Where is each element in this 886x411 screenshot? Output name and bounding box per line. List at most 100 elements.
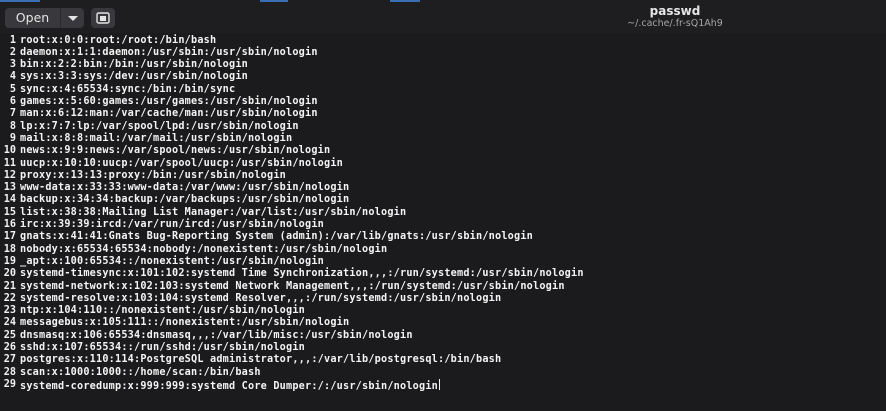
- open-button[interactable]: Open: [5, 8, 61, 28]
- editor-line[interactable]: 20 systemd-timesync:x:101:102:systemd Tim…: [0, 268, 886, 280]
- editor-line[interactable]: 4 sys:x:3:3:sys:/dev:/usr/sbin/nologin: [0, 71, 886, 83]
- document-title: passwd: [649, 4, 701, 18]
- line-text[interactable]: daemon:x:1:1:daemon:/usr/sbin:/usr/sbin/…: [20, 47, 318, 59]
- editor-line[interactable]: 12 proxy:x:13:13:proxy:/bin:/usr/sbin/nol…: [0, 170, 886, 182]
- line-text[interactable]: sync:x:4:65534:sync:/bin:/bin/sync: [20, 84, 235, 96]
- editor-line[interactable]: 19 _apt:x:100:65534::/nonexistent:/usr/sb…: [0, 256, 886, 268]
- top-edge-strip: [0, 0, 40, 2]
- editor-line[interactable]: 9 mail:x:8:8:mail:/var/mail:/usr/sbin/nol…: [0, 133, 886, 145]
- open-menu-button[interactable]: [61, 8, 84, 28]
- line-number: 2: [9, 46, 16, 58]
- top-edge-strip: [390, 0, 420, 2]
- editor-line[interactable]: 14 backup:x:34:34:backup:/var/backups:/us…: [0, 194, 886, 206]
- line-text[interactable]: systemd-coredump:x:999:999:systemd Core …: [20, 378, 441, 393]
- text-editor[interactable]: 1 root:x:0:0:root:/root:/bin/bash 2 daemon:…: [0, 33, 886, 411]
- line-text[interactable]: _apt:x:100:65534::/nonexistent:/usr/sbin…: [20, 256, 324, 268]
- line-text[interactable]: bin:x:2:2:bin:/bin:/usr/sbin/nologin: [20, 59, 248, 71]
- editor-line[interactable]: 10 news:x:9:9:news:/var/spool/news:/usr/s…: [0, 145, 886, 157]
- new-window-button[interactable]: [91, 8, 115, 28]
- line-text[interactable]: postgres:x:110:114:PostgreSQL administra…: [20, 354, 501, 366]
- line-text[interactable]: mail:x:8:8:mail:/var/mail:/usr/sbin/nolo…: [20, 133, 292, 145]
- line-text[interactable]: www-data:x:33:33:www-data:/var/www:/usr/…: [20, 182, 349, 194]
- editor-line[interactable]: 24 messagebus:x:105:111::/nonexistent:/us…: [0, 317, 886, 329]
- editor-line[interactable]: 18 nobody:x:65534:65534:nobody:/nonexiste…: [0, 244, 886, 256]
- open-split-button[interactable]: Open: [5, 8, 84, 28]
- line-text[interactable]: sys:x:3:3:sys:/dev:/usr/sbin/nologin: [20, 71, 248, 83]
- line-number: 9: [9, 132, 16, 144]
- line-text[interactable]: games:x:5:60:games:/usr/games:/usr/sbin/…: [20, 96, 318, 108]
- line-text[interactable]: root:x:0:0:root:/root:/bin/bash: [20, 35, 216, 47]
- editor-line[interactable]: 25 dnsmasq:x:106:65534:dnsmasq,,,:/var/li…: [0, 330, 886, 342]
- chevron-down-icon: [67, 15, 78, 21]
- header-bar: Open passwd ~/.cache/.fr-sQ1Ah9: [0, 0, 886, 33]
- line-number: 18: [3, 243, 16, 255]
- line-text[interactable]: dnsmasq:x:106:65534:dnsmasq,,,:/var/lib/…: [20, 330, 413, 342]
- line-number: 17: [3, 231, 16, 243]
- editor-line[interactable]: 5 sync:x:4:65534:sync:/bin:/bin/sync: [0, 84, 886, 96]
- editor-line[interactable]: 1 root:x:0:0:root:/root:/bin/bash: [0, 35, 886, 47]
- editor-line[interactable]: 27 postgres:x:110:114:PostgreSQL administ…: [0, 354, 886, 366]
- line-number: 23: [3, 305, 16, 317]
- line-text[interactable]: nobody:x:65534:65534:nobody:/nonexistent…: [20, 244, 387, 256]
- editor-line[interactable]: 17 gnats:x:41:41:Gnats Bug-Reporting Syst…: [0, 231, 886, 243]
- line-number: 7: [9, 108, 16, 120]
- line-text[interactable]: ntp:x:104:110::/nonexistent:/usr/sbin/no…: [20, 305, 305, 317]
- editor-line[interactable]: 28 scan:x:1000:1000::/home/scan:/bin/bash: [0, 367, 886, 379]
- line-text[interactable]: proxy:x:13:13:proxy:/bin:/usr/sbin/nolog…: [20, 170, 286, 182]
- editor-line[interactable]: 3 bin:x:2:2:bin:/bin:/usr/sbin/nologin: [0, 59, 886, 71]
- line-text[interactable]: sshd:x:107:65534::/run/sshd:/usr/sbin/no…: [20, 342, 305, 354]
- line-number: 11: [3, 157, 16, 169]
- editor-line[interactable]: 29 systemd-coredump:x:999:999:systemd Cor…: [0, 378, 886, 393]
- editor-line[interactable]: 16 irc:x:39:39:ircd:/var/run/ircd:/usr/sb…: [0, 219, 886, 231]
- line-number: 5: [9, 83, 16, 95]
- line-text[interactable]: gnats:x:41:41:Gnats Bug-Reporting System…: [20, 231, 533, 243]
- line-number: 26: [3, 342, 16, 353]
- line-text[interactable]: irc:x:39:39:ircd:/var/run/ircd:/usr/sbin…: [20, 219, 324, 231]
- line-text[interactable]: backup:x:34:34:backup:/var/backups:/usr/…: [20, 194, 349, 206]
- line-number: 10: [3, 145, 16, 157]
- line-text[interactable]: uucp:x:10:10:uucp:/var/spool/uucp:/usr/s…: [20, 158, 343, 170]
- line-text[interactable]: messagebus:x:105:111::/nonexistent:/usr/…: [20, 317, 349, 329]
- line-number: 29: [3, 378, 16, 390]
- line-text[interactable]: systemd-network:x:102:103:systemd Networ…: [20, 281, 565, 293]
- line-text[interactable]: scan:x:1000:1000::/home/scan:/bin/bash: [20, 367, 261, 379]
- editor-line[interactable]: 13 www-data:x:33:33:www-data:/var/www:/us…: [0, 182, 886, 194]
- editor-line[interactable]: 15 list:x:38:38:Mailing List Manager:/var…: [0, 207, 886, 219]
- line-text[interactable]: lp:x:7:7:lp:/var/spool/lpd:/usr/sbin/nol…: [20, 121, 299, 133]
- line-number: 21: [3, 280, 16, 292]
- line-number: 27: [3, 354, 16, 366]
- editor-line[interactable]: 22 systemd-resolve:x:103:104:systemd Reso…: [0, 293, 886, 305]
- line-number: 3: [9, 59, 16, 71]
- editor-line[interactable]: 23 ntp:x:104:110::/nonexistent:/usr/sbin/…: [0, 305, 886, 317]
- line-number: 22: [3, 292, 16, 304]
- line-number: 13: [3, 182, 16, 194]
- editor-line[interactable]: 2 daemon:x:1:1:daemon:/usr/sbin:/usr/sbin…: [0, 47, 886, 59]
- line-number: 28: [3, 366, 16, 378]
- line-number: 24: [3, 317, 16, 329]
- line-number: 15: [3, 206, 16, 218]
- line-text[interactable]: news:x:9:9:news:/var/spool/news:/usr/sbi…: [20, 145, 330, 157]
- line-text[interactable]: systemd-resolve:x:103:104:systemd Resolv…: [20, 293, 501, 305]
- line-number: 8: [9, 120, 16, 132]
- line-number: 12: [3, 169, 16, 181]
- line-text[interactable]: list:x:38:38:Mailing List Manager:/var/l…: [20, 207, 406, 219]
- editor-line[interactable]: 21 systemd-network:x:102:103:systemd Netw…: [0, 281, 886, 293]
- text-cursor: [439, 378, 441, 390]
- editor-line[interactable]: 11 uucp:x:10:10:uucp:/var/spool/uucp:/usr…: [0, 158, 886, 170]
- line-text[interactable]: systemd-timesync:x:101:102:systemd Time …: [20, 268, 584, 280]
- line-number: 14: [3, 194, 16, 206]
- line-number: 4: [9, 71, 16, 83]
- line-number: 1: [9, 34, 16, 46]
- editor-line[interactable]: 6 games:x:5:60:games:/usr/games:/usr/sbin…: [0, 96, 886, 108]
- line-number: 16: [3, 219, 16, 230]
- editor-line[interactable]: 8 lp:x:7:7:lp:/var/spool/lpd:/usr/sbin/no…: [0, 121, 886, 133]
- top-edge-strip: [260, 0, 288, 2]
- document-path: ~/.cache/.fr-sQ1Ah9: [627, 18, 723, 29]
- line-number: 6: [9, 96, 16, 107]
- line-text[interactable]: man:x:6:12:man:/var/cache/man:/usr/sbin/…: [20, 108, 318, 120]
- editor-line[interactable]: 7 man:x:6:12:man:/var/cache/man:/usr/sbin…: [0, 108, 886, 120]
- editor-line[interactable]: 26 sshd:x:107:65534::/run/sshd:/usr/sbin/…: [0, 342, 886, 354]
- line-number: 20: [3, 268, 16, 280]
- new-window-icon: [96, 12, 110, 24]
- line-number: 19: [3, 255, 16, 267]
